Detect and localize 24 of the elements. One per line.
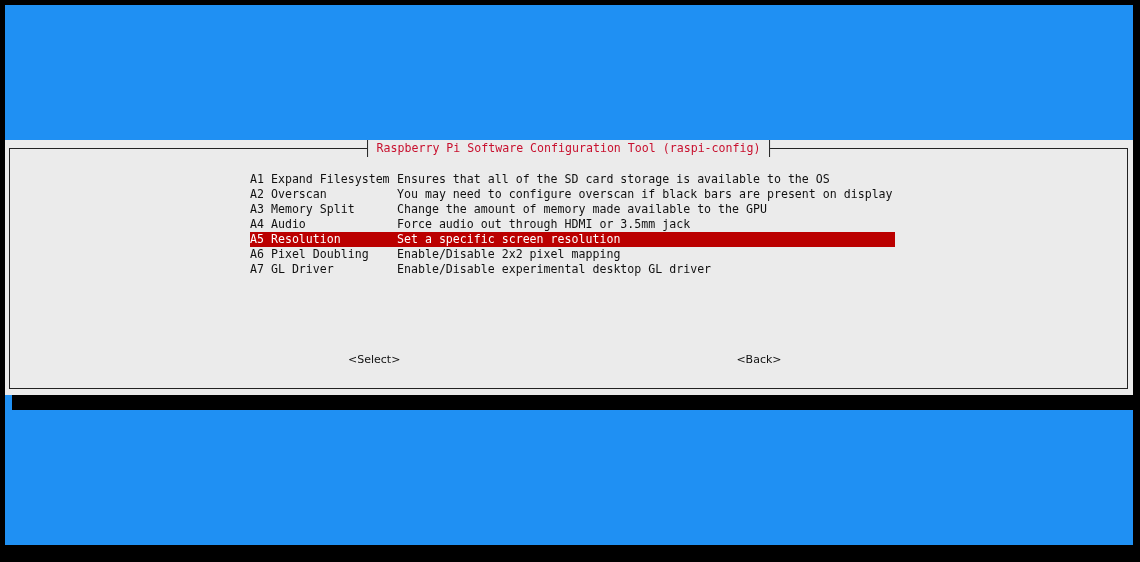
option-description: Force audio out through HDMI or 3.5mm jack bbox=[397, 217, 691, 232]
menu-item[interactable]: A2 Overscan You may need to configure overscan if black bars are present on display bbox=[250, 187, 895, 202]
option-description: Enable/Disable 2x2 pixel mapping bbox=[397, 247, 621, 262]
menu-item[interactable]: A7 GL Driver Enable/Disable experimental desktop GL driver bbox=[250, 262, 895, 277]
option-label: A7 GL Driver bbox=[250, 262, 335, 277]
select-button[interactable]: <Select> bbox=[348, 352, 401, 367]
option-description: Enable/Disable experimental desktop GL driver bbox=[397, 262, 712, 277]
option-label: A1 Expand Filesystem bbox=[250, 172, 391, 187]
back-button[interactable]: <Back> bbox=[736, 352, 782, 367]
menu-item-highlight[interactable]: A5 Resolution Set a specific screen resolution bbox=[250, 232, 895, 247]
option-description: Change the amount of memory made available to the GPU bbox=[397, 202, 767, 217]
option-description: Ensures that all of the SD card storage is available to the OS bbox=[397, 172, 830, 187]
menu-item[interactable]: A1 Expand Filesystem Ensures that all of the SD card storage is available to the OS bbox=[250, 172, 895, 187]
option-label: A3 Memory Split bbox=[250, 202, 356, 217]
option-label: A4 Audio bbox=[250, 217, 307, 232]
menu-item[interactable]: A3 Memory Split Change the amount of memory made available to the GPU bbox=[250, 202, 895, 217]
menu-item[interactable]: A6 Pixel Doubling Enable/Disable 2x2 pixel mapping bbox=[250, 247, 895, 262]
option-description: You may need to configure overscan if black bars are present on display bbox=[397, 187, 893, 202]
option-label: A6 Pixel Doubling bbox=[250, 247, 370, 262]
option-label: A2 Overscan bbox=[250, 187, 328, 202]
dialog-title: Raspberry Pi Software Configuration Tool (raspi-config) bbox=[366, 140, 771, 157]
option-label: A5 Resolution bbox=[250, 232, 342, 247]
menu-item[interactable]: A4 Audio Force audio out through HDMI or 3.5mm jack bbox=[250, 217, 895, 232]
option-description: Set a specific screen resolution bbox=[397, 232, 621, 247]
